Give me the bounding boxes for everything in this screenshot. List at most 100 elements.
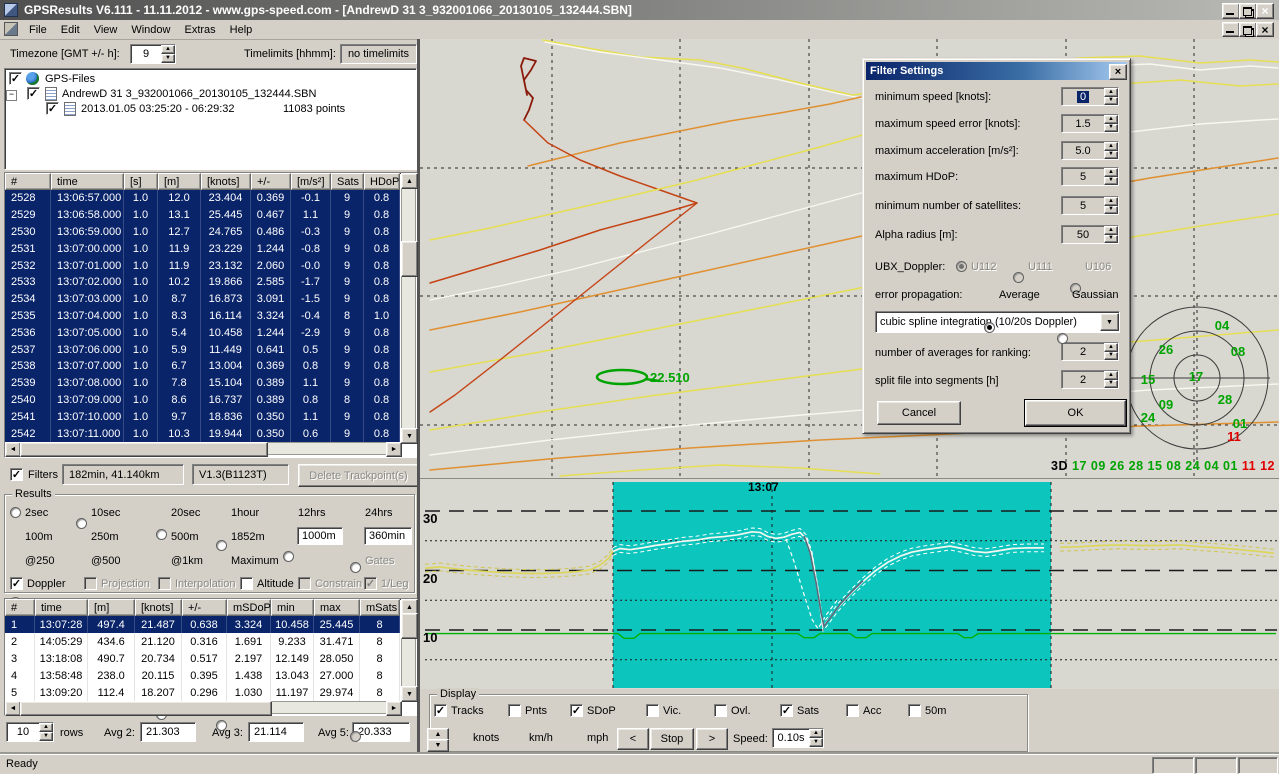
display-tracks-checkbox[interactable]: ✓ — [434, 704, 447, 717]
spin-down-icon[interactable]: ▼ — [1104, 235, 1118, 244]
dialog-close-button[interactable]: × — [1109, 64, 1127, 80]
step-forward-button[interactable]: > — [696, 728, 728, 750]
spin-down-icon[interactable]: ▼ — [1104, 177, 1118, 186]
track-table-vscroll-thumb[interactable] — [401, 241, 418, 277]
results-col-header[interactable]: min — [271, 599, 314, 616]
results-table-vscroll-down[interactable]: ▼ — [401, 686, 418, 702]
spin-down-icon[interactable]: ▼ — [1104, 97, 1118, 106]
results-col-header[interactable]: max — [314, 599, 360, 616]
timezone-stepper[interactable]: 9 ▲▼ — [130, 44, 176, 64]
tree-file-checkbox[interactable]: ✓ — [27, 87, 40, 100]
dropdown-arrow-icon[interactable]: ▼ — [1100, 313, 1119, 331]
result-option-24hrs-radio[interactable] — [350, 562, 361, 573]
step-back-button[interactable]: < — [617, 728, 649, 750]
spin-up-icon[interactable]: ▲ — [1104, 115, 1118, 124]
menu-help[interactable]: Help — [223, 22, 260, 38]
display-acc-checkbox[interactable] — [846, 704, 859, 717]
result-1leg-checkbox[interactable]: ✓ — [364, 577, 377, 590]
dialog-field-stepper[interactable]: 5.0▲▼ — [1061, 141, 1119, 160]
track-col-header[interactable]: [s] — [124, 173, 158, 190]
result-option-12hrs-radio[interactable] — [283, 551, 294, 562]
display-ovl-checkbox[interactable] — [714, 704, 727, 717]
child-close-button[interactable]: × — [1256, 22, 1274, 37]
tree-collapse-icon[interactable]: − — [6, 90, 17, 101]
results-col-header[interactable]: mSDoP — [227, 599, 271, 616]
menu-extras[interactable]: Extras — [177, 22, 222, 38]
spin-down-icon[interactable]: ▼ — [1104, 206, 1118, 215]
results-col-header[interactable]: [m] — [88, 599, 135, 616]
track-col-header[interactable]: HDoP — [364, 173, 400, 190]
integration-dropdown[interactable]: cubic spline integration (10/20s Doppler… — [875, 311, 1120, 333]
ubx-u112-radio[interactable] — [956, 261, 967, 272]
result-option-2sec-radio[interactable] — [10, 507, 21, 518]
results-table-hscroll-right[interactable]: ► — [386, 701, 402, 716]
tree-file-label[interactable]: AndrewD 31 3_932001066_20130105_132444.S… — [62, 88, 316, 100]
spin-down-icon[interactable]: ▼ — [1104, 151, 1118, 160]
track-col-header[interactable]: Sats — [331, 173, 364, 190]
filters-checkbox[interactable]: ✓ — [10, 468, 23, 481]
track-table-hscroll-thumb[interactable] — [20, 442, 268, 457]
results-table-hscroll-thumb[interactable] — [20, 701, 272, 716]
rows-down-icon[interactable]: ▼ — [39, 732, 53, 741]
results-table-vscroll-thumb[interactable] — [401, 613, 418, 639]
child-minimize-button[interactable] — [1222, 22, 1240, 37]
cancel-button[interactable]: Cancel — [877, 401, 961, 425]
results-col-header[interactable]: # — [5, 599, 35, 616]
display-scale-down[interactable]: ▼ — [427, 739, 449, 752]
result-constrain-checkbox[interactable] — [298, 577, 311, 590]
track-col-header[interactable]: +/- — [251, 173, 291, 190]
error-average-radio[interactable] — [984, 322, 995, 333]
menu-view[interactable]: View — [87, 22, 125, 38]
dialog-field-stepper[interactable]: 50▲▼ — [1061, 225, 1119, 244]
display-vic-checkbox[interactable] — [646, 704, 659, 717]
ok-button[interactable]: OK — [1025, 400, 1126, 426]
speed-graph[interactable] — [420, 478, 1279, 689]
restore-button[interactable] — [1239, 3, 1257, 19]
close-button[interactable]: × — [1256, 3, 1274, 19]
dialog-title-bar[interactable]: Filter Settings — [866, 62, 1127, 80]
child-restore-button[interactable] — [1239, 22, 1257, 37]
display-sats-checkbox[interactable]: ✓ — [780, 704, 793, 717]
result-option-20sec-radio[interactable] — [156, 529, 167, 540]
timezone-down-icon[interactable]: ▼ — [161, 54, 175, 63]
result-projection-checkbox[interactable] — [84, 577, 97, 590]
track-col-header[interactable]: [m] — [158, 173, 201, 190]
spin-down-icon[interactable]: ▼ — [1104, 124, 1118, 133]
menu-window[interactable]: Window — [124, 22, 177, 38]
dialog-field-stepper[interactable]: 1.5▲▼ — [1061, 114, 1119, 133]
result-option-Gates-radio[interactable] — [350, 731, 361, 742]
ubx-u111-radio[interactable] — [1013, 272, 1024, 283]
spin-up-icon[interactable]: ▲ — [1104, 197, 1118, 206]
result-interpolation-checkbox[interactable] — [158, 577, 171, 590]
ranking-stepper[interactable]: 2 ▲▼ — [1061, 342, 1119, 361]
menu-edit[interactable]: Edit — [54, 22, 87, 38]
spin-up-icon[interactable]: ▲ — [1104, 142, 1118, 151]
display-pnts-checkbox[interactable] — [508, 704, 521, 717]
rows-up-icon[interactable]: ▲ — [39, 723, 53, 732]
speed-up-icon[interactable]: ▲ — [809, 729, 823, 738]
speed-down-icon[interactable]: ▼ — [809, 738, 823, 747]
results-col-header[interactable]: time — [35, 599, 88, 616]
tree-root-checkbox[interactable]: ✓ — [9, 72, 22, 85]
stop-button[interactable]: Stop — [650, 728, 694, 750]
track-col-header[interactable]: [m/s²] — [291, 173, 331, 190]
result-option-input[interactable]: 1000m — [297, 527, 343, 545]
results-table-hscroll-left[interactable]: ◄ — [5, 701, 21, 716]
result-option-10sec-radio[interactable] — [76, 518, 87, 529]
result-option-Maximum-radio[interactable] — [216, 720, 227, 731]
track-table-vscroll-up[interactable]: ▲ — [401, 173, 418, 189]
timelimits-field[interactable]: no timelimits — [340, 44, 417, 64]
track-table-vscroll-down[interactable]: ▼ — [401, 428, 418, 444]
tree-segment-label[interactable]: 2013.01.05 03:25:20 - 06:29:32 — [81, 103, 235, 115]
spin-up-icon[interactable]: ▲ — [1104, 226, 1118, 235]
result-altitude-checkbox[interactable] — [240, 577, 253, 590]
map-view[interactable]: 04260815172809240111 — [420, 39, 1279, 478]
tree-segment-checkbox[interactable]: ✓ — [46, 102, 59, 115]
display-sdop-checkbox[interactable]: ✓ — [570, 704, 583, 717]
results-col-header[interactable]: +/- — [182, 599, 227, 616]
track-col-header[interactable]: # — [5, 173, 51, 190]
result-option-input[interactable]: 360min — [364, 527, 412, 545]
dialog-field-stepper[interactable]: 5▲▼ — [1061, 196, 1119, 215]
rows-stepper[interactable]: 10 ▲▼ — [6, 722, 54, 742]
error-gaussian-radio[interactable] — [1057, 333, 1068, 344]
